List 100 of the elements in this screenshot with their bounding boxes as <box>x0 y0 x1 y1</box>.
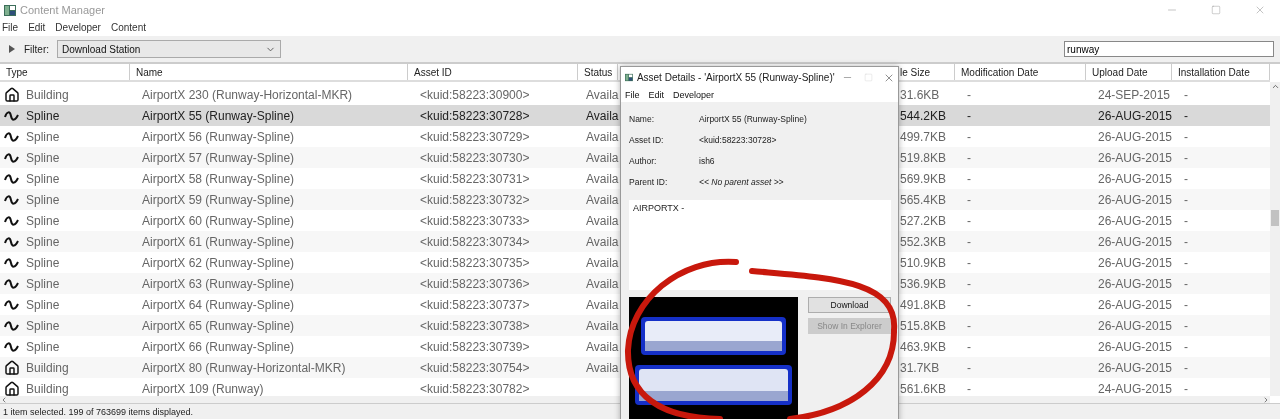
name-cell-text: AirportX 109 (Runway) <box>141 381 265 396</box>
asset-id-cell-text: <kuid:58223:30728> <box>419 108 531 123</box>
installation-date-cell-text: - <box>1183 129 1189 144</box>
asset-id-cell-text: <kuid:58223:30732> <box>419 192 531 207</box>
modification-date-cell-text: - <box>966 129 972 144</box>
installation-date-cell-text: - <box>1183 171 1189 186</box>
status-cell-text: Availa <box>585 276 618 291</box>
asset-id-cell-text: <kuid:58223:30737> <box>419 297 531 312</box>
type-cell: Spline <box>26 192 60 207</box>
installation-date-cell-text: - <box>1183 360 1189 375</box>
modification-date-cell-text: - <box>966 108 972 123</box>
name-cell-text: AirportX 60 (Runway-Spline) <box>141 213 296 228</box>
status-cell-text: Availa <box>585 213 618 228</box>
asset-id-cell-text: <kuid:58223:30900> <box>419 87 531 102</box>
asset-id-cell-text: <kuid:58223:30739> <box>419 339 531 354</box>
file-size-cell-text: 510.9KB <box>899 255 948 270</box>
file-size-cell-text: 515.8KB <box>899 318 948 333</box>
installation-date-cell-text: - <box>1183 234 1189 249</box>
upload-date-cell-text: 26-AUG-2015 <box>1097 297 1172 312</box>
status-cell-text: Availa <box>585 129 618 144</box>
upload-date-cell-text: 24-AUG-2015 <box>1097 381 1172 396</box>
status-cell-text: Availa <box>585 108 618 123</box>
modification-date-cell-text: - <box>966 381 972 396</box>
upload-date-cell-text: 26-AUG-2015 <box>1097 318 1172 333</box>
installation-date-cell-text: - <box>1183 318 1189 333</box>
name-cell-text: AirportX 56 (Runway-Spline) <box>141 129 296 144</box>
name-cell-text: AirportX 62 (Runway-Spline) <box>141 255 296 270</box>
name-cell-text: AirportX 80 (Runway-Horizontal-MKR) <box>141 360 347 375</box>
type-cell: Spline <box>26 297 60 312</box>
installation-date-cell-text: - <box>1183 276 1189 291</box>
upload-date-cell-text: 26-AUG-2015 <box>1097 213 1172 228</box>
type-cell: Spline <box>26 150 60 165</box>
type-cell: Spline <box>26 108 60 123</box>
upload-date-cell-text: 26-AUG-2015 <box>1097 234 1172 249</box>
asset-id-cell-text: <kuid:58223:30738> <box>419 318 531 333</box>
upload-date-cell-text: 26-AUG-2015 <box>1097 150 1172 165</box>
asset-id-cell-text: <kuid:58223:30733> <box>419 213 531 228</box>
upload-date-cell-text: 26-AUG-2015 <box>1097 129 1172 144</box>
file-size-cell-text: 569.9KB <box>899 171 948 186</box>
field-label: Asset ID: <box>629 133 665 147</box>
window-title: Content Manager <box>20 4 106 16</box>
type-cell: Spline <box>26 339 60 354</box>
name-cell-text: AirportX 64 (Runway-Spline) <box>141 297 296 312</box>
upload-date-cell-text: 26-AUG-2015 <box>1097 108 1172 123</box>
modification-date-cell-text: - <box>966 192 972 207</box>
asset-id-cell-text: <kuid:58223:30735> <box>419 255 531 270</box>
file-size-cell-text: 527.2KB <box>899 213 948 228</box>
upload-date-cell-text: 26-AUG-2015 <box>1097 255 1172 270</box>
modification-date-cell-text: - <box>966 87 972 102</box>
type-cell: Spline <box>26 171 60 186</box>
installation-date-cell-text: - <box>1183 87 1189 102</box>
modification-date-cell-text: - <box>966 150 972 165</box>
field-label: Parent ID: <box>629 175 669 189</box>
modification-date-cell-text: - <box>966 318 972 333</box>
type-cell: Spline <box>26 276 60 291</box>
modification-date-cell-text: - <box>966 255 972 270</box>
type-cell: Spline <box>26 234 60 249</box>
upload-date-cell-text: 24-SEP-2015 <box>1097 87 1172 102</box>
asset-id-cell-text: <kuid:58223:30736> <box>419 276 531 291</box>
status-cell-text: Availa <box>585 192 618 207</box>
name-cell-text: AirportX 55 (Runway-Spline) <box>141 108 296 123</box>
type-cell: Spline <box>26 255 60 270</box>
type-cell: Spline <box>26 129 60 144</box>
status-cell-text: Availa <box>585 234 618 249</box>
asset-id-cell-text: <kuid:58223:30730> <box>419 150 531 165</box>
name-cell-text: AirportX 230 (Runway-Horizontal-MKR) <box>141 87 354 102</box>
name-cell-text: AirportX 61 (Runway-Spline) <box>141 234 296 249</box>
modification-date-cell-text: - <box>966 339 972 354</box>
file-size-cell-text: 499.7KB <box>899 129 948 144</box>
type-cell: Building <box>26 360 69 375</box>
dialog-title: Asset Details - 'AirportX 55 (Runway-Spline)' <box>636 72 835 84</box>
status-cell-text: Availa <box>585 339 618 354</box>
file-size-cell-text: 463.9KB <box>899 339 948 354</box>
status-cell-text: Availa <box>585 360 618 375</box>
file-size-cell-text: 31.7KB <box>899 360 941 375</box>
field-label: Name: <box>629 112 656 126</box>
installation-date-cell-text: - <box>1183 381 1189 396</box>
status-cell-text: Availa <box>585 297 618 312</box>
asset-id-cell-text: <kuid:58223:30731> <box>419 171 531 186</box>
modification-date-cell-text: - <box>966 234 972 249</box>
installation-date-cell-text: - <box>1183 297 1189 312</box>
field-value: <kuid:58223:30728> <box>699 133 778 147</box>
field-value: ish6 <box>699 154 716 168</box>
filter-label: Filter: <box>24 43 49 55</box>
file-size-cell-text: 491.8KB <box>899 297 948 312</box>
name-cell-text: AirportX 63 (Runway-Spline) <box>141 276 296 291</box>
installation-date-cell-text: - <box>1183 339 1189 354</box>
file-size-cell-text: 519.8KB <box>899 150 948 165</box>
upload-date-cell-text: 26-AUG-2015 <box>1097 339 1172 354</box>
type-cell: Building <box>26 87 69 102</box>
modification-date-cell-text: - <box>966 360 972 375</box>
installation-date-cell-text: - <box>1183 255 1189 270</box>
modification-date-cell-text: - <box>966 297 972 312</box>
asset-id-cell-text: <kuid:58223:30729> <box>419 129 531 144</box>
name-cell-text: AirportX 66 (Runway-Spline) <box>141 339 296 354</box>
asset-id-cell-text: <kuid:58223:30754> <box>419 360 531 375</box>
name-cell-text: AirportX 59 (Runway-Spline) <box>141 192 296 207</box>
name-cell-text: AirportX 58 (Runway-Spline) <box>141 171 296 186</box>
field-value: << No parent asset >> <box>699 175 785 189</box>
upload-date-cell-text: 26-AUG-2015 <box>1097 192 1172 207</box>
